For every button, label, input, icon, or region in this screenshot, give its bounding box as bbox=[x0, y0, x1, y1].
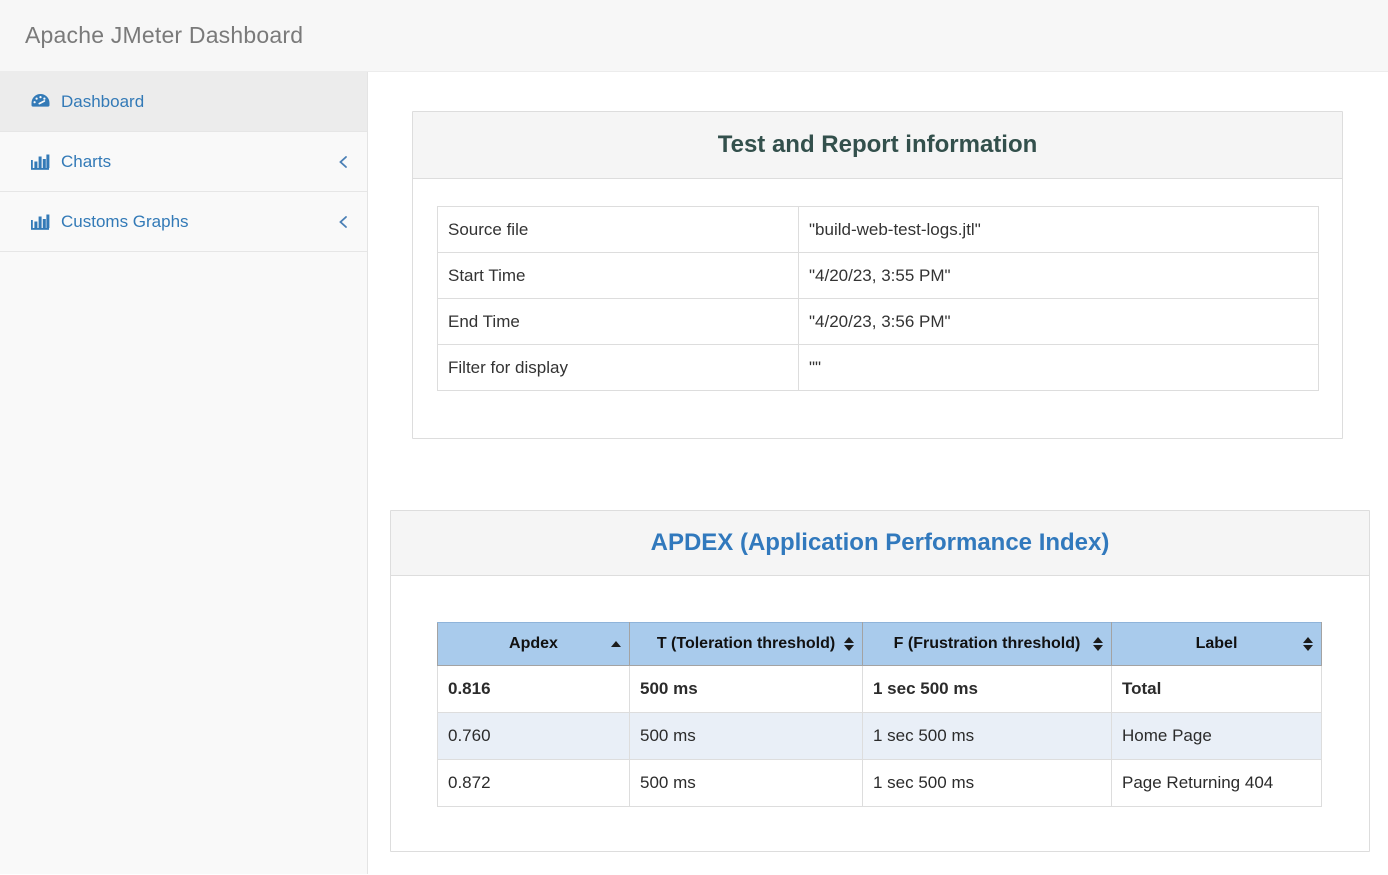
table-row: 0.816 500 ms 1 sec 500 ms Total bbox=[438, 666, 1322, 713]
test-info-panel-header: Test and Report information bbox=[413, 112, 1342, 179]
apdex-value: 0.872 bbox=[438, 760, 630, 807]
info-label: Source file bbox=[438, 207, 799, 253]
table-row: 0.872 500 ms 1 sec 500 ms Page Returning… bbox=[438, 760, 1322, 807]
layout: Dashboard Charts bbox=[0, 72, 1388, 874]
label-value: Total bbox=[1112, 666, 1322, 713]
apdex-panel-title[interactable]: APDEX (Application Performance Index) bbox=[651, 529, 1110, 557]
sort-both-icon bbox=[1303, 637, 1313, 651]
test-info-panel-title: Test and Report information bbox=[718, 131, 1038, 159]
test-info-panel-body: Source file "build-web-test-logs.jtl" St… bbox=[413, 179, 1342, 438]
table-row: Start Time "4/20/23, 3:55 PM" bbox=[438, 253, 1319, 299]
bar-chart-icon bbox=[29, 212, 51, 232]
info-label: Start Time bbox=[438, 253, 799, 299]
toleration-value: 500 ms bbox=[630, 713, 863, 760]
label-value: Home Page bbox=[1112, 713, 1322, 760]
apdex-panel-body: Apdex T (Toleration threshold) F (Frustr… bbox=[391, 576, 1369, 851]
table-row: Filter for display "" bbox=[438, 345, 1319, 391]
column-label: Label bbox=[1196, 635, 1238, 652]
sidebar-item-label: Customs Graphs bbox=[61, 212, 189, 232]
chevron-left-icon bbox=[337, 215, 349, 229]
sidebar-item-label: Dashboard bbox=[61, 92, 144, 112]
apdex-header-row: Apdex T (Toleration threshold) F (Frustr… bbox=[438, 623, 1322, 666]
info-value: "4/20/23, 3:56 PM" bbox=[799, 299, 1319, 345]
info-label: End Time bbox=[438, 299, 799, 345]
label-value: Page Returning 404 bbox=[1112, 760, 1322, 807]
toleration-value: 500 ms bbox=[630, 760, 863, 807]
app-window: Apache JMeter Dashboard Dashboard bbox=[0, 0, 1388, 875]
info-value: "4/20/23, 3:55 PM" bbox=[799, 253, 1319, 299]
sidebar: Dashboard Charts bbox=[0, 72, 368, 874]
apdex-panel: APDEX (Application Performance Index) Ap… bbox=[390, 510, 1370, 852]
apdex-panel-header: APDEX (Application Performance Index) bbox=[391, 511, 1369, 576]
column-header-frustration[interactable]: F (Frustration threshold) bbox=[863, 623, 1112, 666]
sort-asc-icon bbox=[611, 641, 621, 647]
frustration-value: 1 sec 500 ms bbox=[863, 713, 1112, 760]
column-header-label[interactable]: Label bbox=[1112, 623, 1322, 666]
sidebar-item-dashboard[interactable]: Dashboard bbox=[0, 72, 367, 132]
column-label: F (Frustration threshold) bbox=[894, 635, 1081, 652]
info-value: "build-web-test-logs.jtl" bbox=[799, 207, 1319, 253]
table-row: Source file "build-web-test-logs.jtl" bbox=[438, 207, 1319, 253]
chevron-left-icon bbox=[337, 155, 349, 169]
sidebar-item-charts[interactable]: Charts bbox=[0, 132, 367, 192]
apdex-value: 0.816 bbox=[438, 666, 630, 713]
frustration-value: 1 sec 500 ms bbox=[863, 666, 1112, 713]
sort-both-icon bbox=[1093, 637, 1103, 651]
tachometer-icon bbox=[29, 92, 51, 112]
app-title: Apache JMeter Dashboard bbox=[25, 22, 303, 49]
toleration-value: 500 ms bbox=[630, 666, 863, 713]
info-value: "" bbox=[799, 345, 1319, 391]
apdex-table: Apdex T (Toleration threshold) F (Frustr… bbox=[437, 622, 1322, 807]
frustration-value: 1 sec 500 ms bbox=[863, 760, 1112, 807]
bar-chart-icon bbox=[29, 152, 51, 172]
sidebar-item-customs-graphs[interactable]: Customs Graphs bbox=[0, 192, 367, 252]
sort-both-icon bbox=[844, 637, 854, 651]
table-row: 0.760 500 ms 1 sec 500 ms Home Page bbox=[438, 713, 1322, 760]
column-header-toleration[interactable]: T (Toleration threshold) bbox=[630, 623, 863, 666]
apdex-value: 0.760 bbox=[438, 713, 630, 760]
column-label: T (Toleration threshold) bbox=[657, 635, 835, 652]
test-info-table: Source file "build-web-test-logs.jtl" St… bbox=[437, 206, 1319, 391]
column-label: Apdex bbox=[509, 635, 558, 652]
sidebar-item-label: Charts bbox=[61, 152, 111, 172]
main-content: Test and Report information Source file … bbox=[368, 72, 1388, 874]
info-label: Filter for display bbox=[438, 345, 799, 391]
table-row: End Time "4/20/23, 3:56 PM" bbox=[438, 299, 1319, 345]
topbar: Apache JMeter Dashboard bbox=[0, 0, 1388, 72]
test-info-panel: Test and Report information Source file … bbox=[412, 111, 1343, 439]
column-header-apdex[interactable]: Apdex bbox=[438, 623, 630, 666]
